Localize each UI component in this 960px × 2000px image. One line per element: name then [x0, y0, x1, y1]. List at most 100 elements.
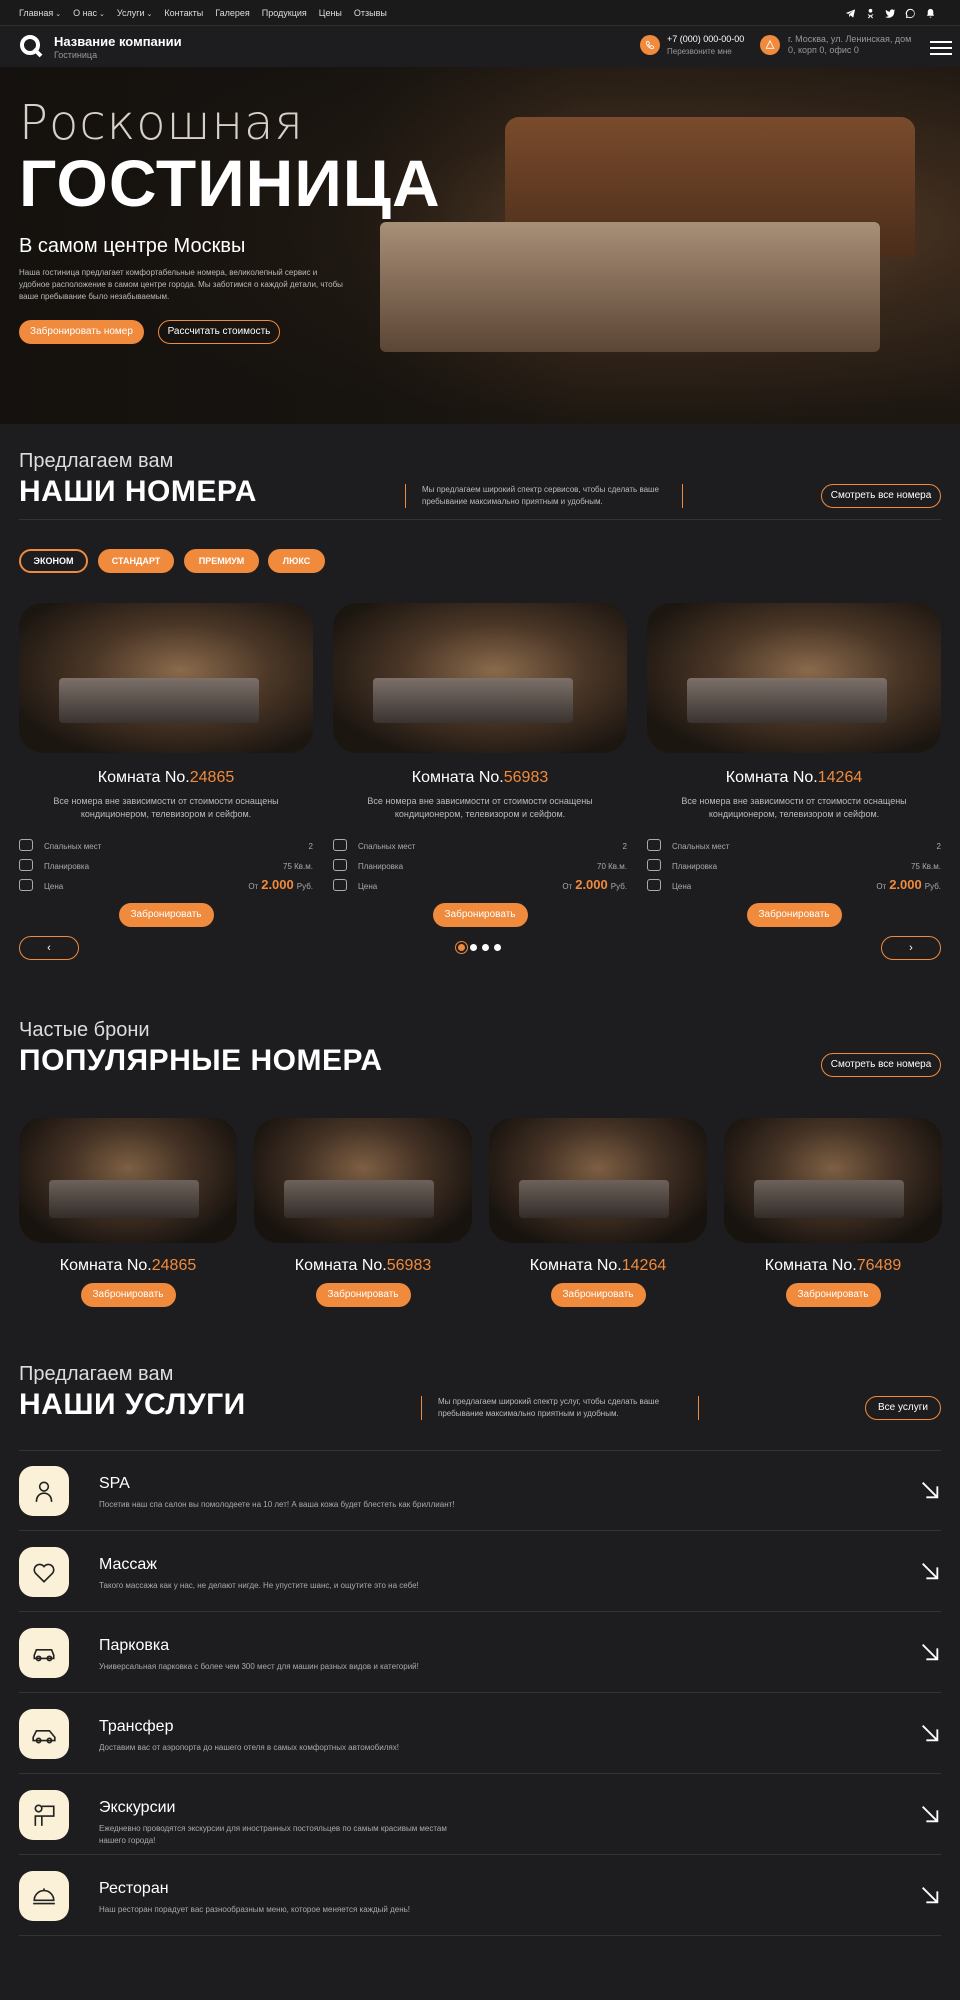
logo-icon[interactable] [19, 34, 43, 58]
service-title: Экскурсии [99, 1799, 176, 1816]
calculate-price-button[interactable]: Рассчитать стоимость [158, 320, 280, 344]
spa-icon [19, 1466, 69, 1516]
parking-icon [19, 1628, 69, 1678]
room-image[interactable] [489, 1118, 707, 1243]
room-card: Комната No.14264 Все номера вне зависимо… [647, 603, 941, 927]
service-title: Массаж [99, 1556, 158, 1573]
room-title: Комната No.24865 [97, 769, 235, 786]
phone-number[interactable]: +7 (000) 000-00-00 [667, 34, 744, 44]
layout-icon [647, 859, 661, 871]
arrow-down-right-icon[interactable] [919, 1479, 941, 1501]
hero-title-line2: ГОСТИНИЦА [19, 146, 441, 220]
book-button[interactable]: Забронировать [785, 1283, 881, 1307]
service-item-excursions[interactable]: Экскурсии Ежедневно проводятся экскурсии… [19, 1775, 941, 1855]
room-title: Комната No.24865 [59, 1257, 197, 1274]
nav-item-products[interactable]: Продукция [262, 8, 307, 18]
view-all-rooms-button[interactable]: Смотреть все номера [821, 484, 941, 508]
room-image[interactable] [647, 603, 941, 753]
arrow-down-right-icon[interactable] [919, 1560, 941, 1582]
arrow-down-right-icon[interactable] [919, 1884, 941, 1906]
service-description: Доставим вас от аэропорта до нашего отел… [99, 1743, 399, 1752]
book-button[interactable]: Забронировать [550, 1283, 646, 1307]
bell-icon[interactable] [925, 6, 936, 18]
room-image[interactable] [724, 1118, 942, 1243]
filter-econom[interactable]: ЭКОНОМ [19, 549, 88, 573]
view-all-popular-button[interactable]: Смотреть все номера [821, 1053, 941, 1077]
room-title: Комната No.56983 [411, 769, 549, 786]
room-image[interactable] [19, 1118, 237, 1243]
nav-item-about[interactable]: О нас [73, 8, 105, 18]
hero-subtitle: В самом центре Москвы [19, 235, 246, 257]
whatsapp-icon[interactable] [905, 6, 916, 19]
filter-premium[interactable]: ПРЕМИУМ [184, 549, 259, 573]
book-button[interactable]: Забронировать [746, 903, 842, 927]
book-button[interactable]: Забронировать [432, 903, 528, 927]
slider-next-button[interactable]: › [881, 936, 941, 960]
book-button[interactable]: Забронировать [315, 1283, 411, 1307]
room-title: Комната No.56983 [294, 1257, 432, 1274]
service-description: Универсальная парковка с более чем 300 м… [99, 1662, 419, 1671]
service-item-restaurant[interactable]: Ресторан Наш ресторан порадует вас разно… [19, 1856, 941, 1936]
nav-item-gallery[interactable]: Галерея [215, 8, 250, 18]
rooms-section-eyebrow: Предлагаем вам [19, 450, 174, 472]
service-item-transfer[interactable]: Трансфер Доставим вас от аэропорта до на… [19, 1694, 941, 1774]
service-item-spa[interactable]: SPA Посетив наш спа салон вы помолодеете… [19, 1451, 941, 1531]
slider-dot[interactable] [470, 944, 477, 951]
filter-lux[interactable]: ЛЮКС [268, 549, 325, 573]
twitter-icon[interactable] [885, 6, 896, 18]
room-description: Все номера вне зависимости от стоимости … [53, 796, 279, 819]
company-name[interactable]: Название компании [54, 34, 182, 49]
telegram-icon[interactable] [845, 6, 856, 18]
menu-icon[interactable] [930, 41, 952, 59]
nav-item-reviews[interactable]: Отзывы [354, 8, 387, 18]
room-image[interactable] [333, 603, 627, 753]
service-item-parking[interactable]: Парковка Универсальная парковка с более … [19, 1613, 941, 1693]
book-button[interactable]: Забронировать [80, 1283, 176, 1307]
room-layout-row: Планировка 75 Кв.м. [19, 857, 313, 877]
nav-item-services[interactable]: Услуги [117, 8, 153, 18]
massage-icon [19, 1547, 69, 1597]
slider-dot[interactable] [482, 944, 489, 951]
bed-icon [333, 839, 347, 851]
nav-item-contacts[interactable]: Контакты [164, 8, 203, 18]
service-description: Такого массажа как у нас, не делают нигд… [99, 1581, 419, 1590]
hero-title-line1: Роскошная [19, 95, 304, 151]
callback-link[interactable]: Перезвоните мне [667, 47, 732, 56]
phone-icon[interactable] [640, 35, 660, 55]
transfer-icon [19, 1709, 69, 1759]
top-nav: Главная О нас Услуги Контакты Галерея Пр… [19, 8, 387, 18]
room-layout-row: Планировка 75 Кв.м. [647, 857, 941, 877]
service-title: Ресторан [99, 1880, 169, 1897]
top-bar: Главная О нас Услуги Контакты Галерея Пр… [0, 0, 960, 26]
all-services-button[interactable]: Все услуги [865, 1396, 941, 1420]
arrow-down-right-icon[interactable] [919, 1641, 941, 1663]
room-price-row: Цена От 2.000 Руб. [647, 877, 941, 897]
room-image[interactable] [254, 1118, 472, 1243]
service-description: Наш ресторан порадует вас разнообразным … [99, 1905, 411, 1914]
arrow-down-right-icon[interactable] [919, 1803, 941, 1825]
nav-item-prices[interactable]: Цены [319, 8, 342, 18]
bed-icon [19, 839, 33, 851]
room-image[interactable] [19, 603, 313, 753]
services-section-title: НАШИ УСЛУГИ [19, 1388, 246, 1421]
rooms-section-description: Мы предлагаем широкий спектр сервисов, ч… [405, 484, 683, 508]
room-beds-row: Спальных мест 2 [333, 837, 627, 857]
service-description: Ежедневно проводятся экскурсии для иност… [99, 1824, 447, 1845]
slider-dot[interactable] [458, 944, 465, 951]
slider-dot[interactable] [494, 944, 501, 951]
slider-prev-button[interactable]: ‹ [19, 936, 79, 960]
book-button[interactable]: Забронировать [118, 903, 214, 927]
popular-section-eyebrow: Частые брони [19, 1019, 150, 1041]
book-room-button[interactable]: Забронировать номер [19, 320, 144, 344]
odnoklassniki-icon[interactable] [865, 6, 876, 19]
arrow-down-right-icon[interactable] [919, 1722, 941, 1744]
room-title: Комната No.76489 [764, 1257, 902, 1274]
popular-room-card: Комната No.14264 Забронировать [489, 1118, 707, 1307]
nav-item-home[interactable]: Главная [19, 8, 61, 18]
service-title: SPA [99, 1475, 130, 1492]
room-description: Все номера вне зависимости от стоимости … [681, 796, 907, 819]
filter-standard[interactable]: СТАНДАРТ [98, 549, 174, 573]
room-description: Все номера вне зависимости от стоимости … [367, 796, 593, 819]
services-section-description: Мы предлагаем широкий спектр услуг, чтоб… [421, 1396, 699, 1420]
service-item-massage[interactable]: Массаж Такого массажа как у нас, не дела… [19, 1532, 941, 1612]
